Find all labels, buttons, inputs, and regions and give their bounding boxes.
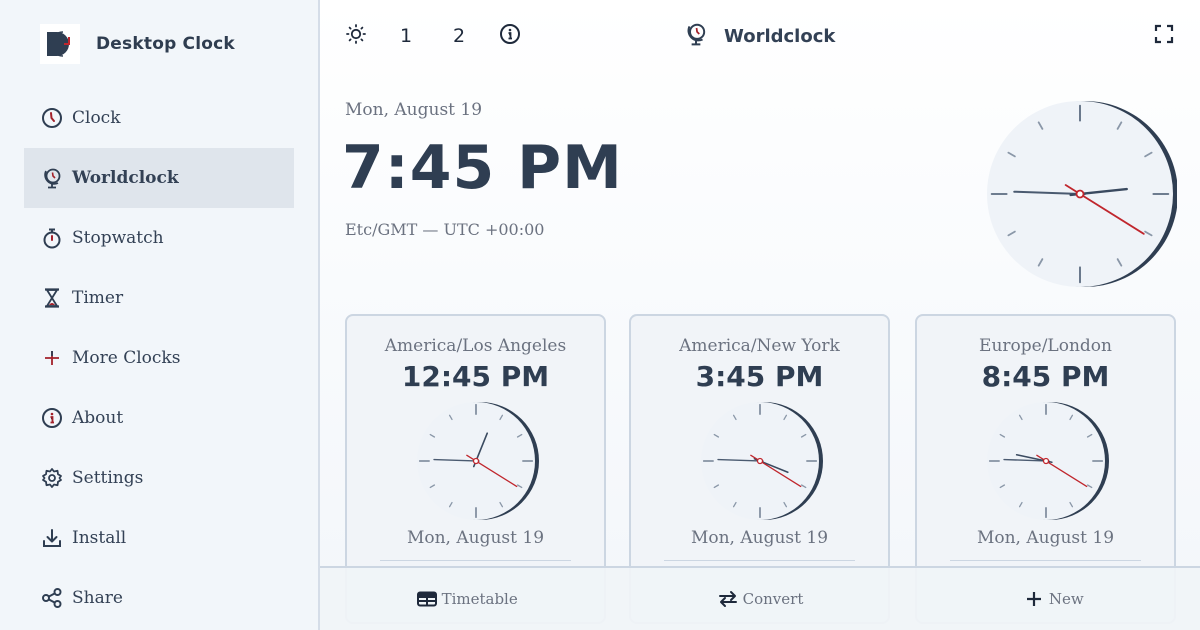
card-divider [380, 560, 571, 561]
layout-2-button[interactable]: 2 [447, 24, 471, 48]
worldclock-icon [684, 22, 708, 50]
sidebar-item-settings[interactable]: Settings [24, 448, 294, 508]
toolbar: 1 2 Worldclock [320, 12, 1200, 60]
brand[interactable]: Desktop Clock [40, 24, 235, 64]
convert-button[interactable]: Convert [613, 568, 906, 630]
sidebar-item-stopwatch[interactable]: Stopwatch [24, 208, 294, 268]
info-button[interactable] [498, 23, 522, 50]
timetable-label: Timetable [441, 590, 518, 608]
card-city: America/New York [679, 336, 840, 356]
table-icon [416, 588, 438, 610]
info-icon [40, 406, 64, 430]
download-icon [40, 526, 64, 550]
sidebar-item-label: Clock [72, 108, 121, 128]
fullscreen-button[interactable] [1152, 24, 1176, 48]
main-panel: 1 2 Worldclock Mon, August 19 7:45 PM Et… [320, 0, 1200, 630]
plus-icon [1023, 588, 1045, 610]
sidebar-nav: Clock Worldclock Stopwatch Timer More Cl… [24, 88, 294, 628]
analog-clock-face [987, 101, 1178, 287]
sidebar-item-label: Worldclock [72, 168, 179, 188]
stopwatch-icon [40, 226, 64, 250]
app-name: Desktop Clock [96, 34, 235, 54]
analog-clock-face [417, 402, 539, 520]
card-date: Mon, August 19 [976, 528, 1115, 548]
card-date: Mon, August 19 [406, 528, 545, 548]
sidebar-item-label: Install [72, 528, 127, 548]
card-city: America/Los Angeles [384, 336, 567, 356]
theme-toggle-button[interactable] [344, 23, 368, 50]
fullscreen-icon [1154, 24, 1174, 49]
analog-clock-face [701, 402, 823, 520]
card-time: 8:45 PM [981, 360, 1110, 393]
gear-icon [40, 466, 64, 490]
swap-icon [717, 588, 739, 610]
sidebar-item-worldclock[interactable]: Worldclock [24, 148, 294, 208]
clock-center-pin [472, 457, 480, 465]
card-time: 12:45 PM [401, 360, 550, 393]
layout-1-button[interactable]: 1 [394, 24, 418, 48]
main-time: 7:45 PM [342, 133, 623, 203]
main-analog-clock [985, 98, 1178, 294]
app-logo-icon [40, 24, 80, 64]
clock-center-pin [1075, 189, 1085, 199]
sidebar-item-timer[interactable]: Timer [24, 268, 294, 328]
sidebar-item-label: Share [72, 588, 123, 608]
page-title: Worldclock [684, 22, 835, 50]
analog-clock-face [987, 402, 1109, 520]
plus-icon [40, 346, 64, 370]
card-divider [950, 560, 1141, 561]
sidebar-item-label: Stopwatch [72, 228, 164, 248]
card-divider [664, 560, 855, 561]
sidebar-item-share[interactable]: Share [24, 568, 294, 628]
sidebar-item-clock[interactable]: Clock [24, 88, 294, 148]
timetable-button[interactable]: Timetable [320, 568, 613, 630]
hourglass-icon [40, 286, 64, 310]
sidebar-item-about[interactable]: About [24, 388, 294, 448]
convert-label: Convert [742, 590, 804, 608]
sidebar-item-label: About [72, 408, 124, 428]
main-timezone: Etc/GMT — UTC +00:00 [345, 220, 545, 239]
page-title-text: Worldclock [724, 25, 836, 47]
main-date: Mon, August 19 [345, 100, 483, 120]
sidebar-item-label: Settings [72, 468, 144, 488]
info-icon [499, 23, 521, 50]
sidebar-item-install[interactable]: Install [24, 508, 294, 568]
sidebar-item-more-clocks[interactable]: More Clocks [24, 328, 294, 388]
new-clock-button[interactable]: New [907, 568, 1200, 630]
new-label: New [1048, 590, 1084, 608]
bottom-action-bar: Timetable Convert New [320, 566, 1200, 630]
clock-icon [40, 106, 64, 130]
card-date: Mon, August 19 [690, 528, 829, 548]
card-time: 3:45 PM [695, 360, 824, 393]
share-icon [40, 586, 64, 610]
sidebar: Desktop Clock Clock Worldclock Stopwatch… [0, 0, 320, 630]
clock-center-pin [1042, 457, 1050, 465]
clock-center-pin [756, 457, 764, 465]
sidebar-item-label: Timer [72, 288, 124, 308]
sun-icon [345, 23, 367, 50]
card-city: Europe/London [979, 336, 1112, 356]
worldclock-icon [40, 166, 64, 190]
sidebar-item-label: More Clocks [72, 348, 181, 368]
